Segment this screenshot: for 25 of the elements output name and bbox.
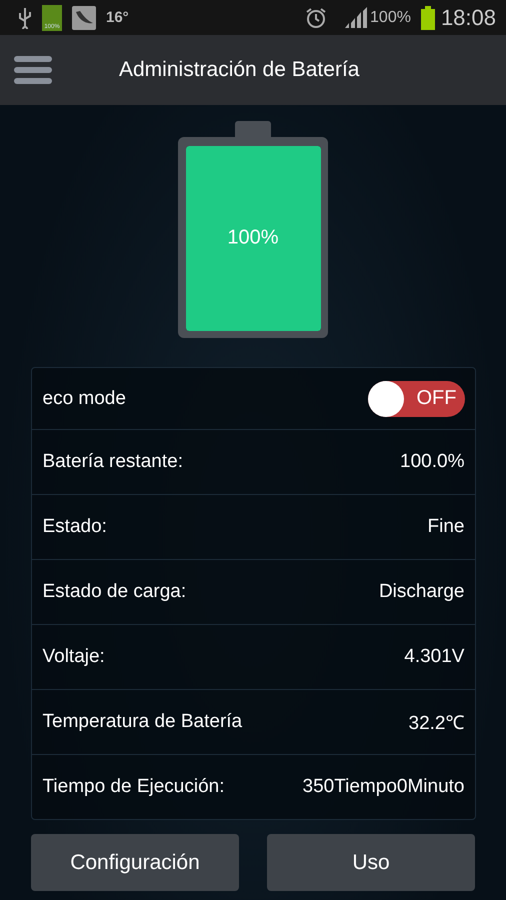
- action-button[interactable]: Uso: [267, 834, 475, 891]
- row-value: 350Tiempo0Minuto: [302, 776, 464, 798]
- row-label: Temperatura de Batería: [42, 711, 242, 733]
- row-value: 32.2℃: [408, 712, 464, 735]
- row-value: 4.301V: [404, 646, 464, 668]
- clock-text: 18:08: [440, 4, 496, 30]
- row-value: Fine: [428, 516, 464, 538]
- screen-title: Administración de Batería: [119, 58, 360, 82]
- row-label: Voltaje:: [42, 646, 105, 668]
- temperature-text: 16°: [106, 9, 129, 26]
- row-label: Estado:: [42, 516, 107, 538]
- alarm-icon: [304, 6, 328, 30]
- row-value: Discharge: [378, 581, 464, 603]
- battery-percent: 100%: [370, 8, 411, 26]
- battery-icon: [420, 6, 435, 30]
- toggle-switch[interactable]: OFF: [368, 380, 464, 416]
- action-button[interactable]: Configuración: [31, 834, 239, 891]
- signal-icon: [344, 6, 368, 28]
- row-label: Batería restante:: [42, 451, 183, 473]
- battery-percent: 100%: [226, 226, 280, 249]
- menu-icon[interactable]: [14, 54, 54, 86]
- row-value: 100.0%: [400, 451, 464, 473]
- row-label: Tiempo de Ejecución:: [42, 776, 225, 798]
- row-label: eco mode: [42, 388, 126, 410]
- row-label: Estado de carga:: [42, 581, 186, 603]
